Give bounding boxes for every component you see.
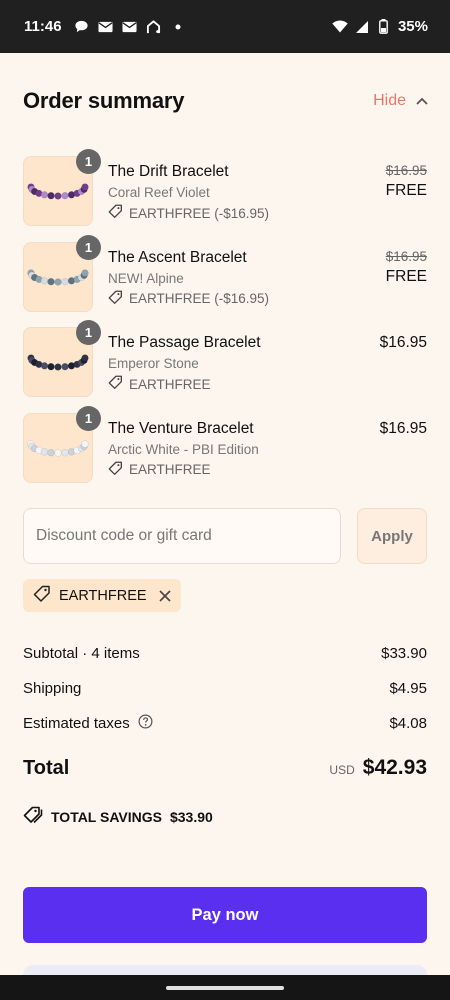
item-original-price: $16.95 bbox=[385, 163, 427, 178]
item-current-price: $16.95 bbox=[379, 419, 427, 437]
signal-icon bbox=[354, 19, 370, 35]
item-price: $16.95 bbox=[380, 334, 427, 352]
tag-icon bbox=[33, 585, 51, 607]
home-icon bbox=[146, 19, 162, 35]
item-info: The Passage Bracelet Emperor Stone EARTHFR… bbox=[108, 334, 261, 393]
applied-discount-chip: EARTHFREE bbox=[23, 579, 181, 612]
apply-discount-button[interactable]: Apply bbox=[357, 508, 427, 564]
subtotal-value: $33.90 bbox=[381, 645, 427, 662]
shipping-label: Shipping bbox=[23, 680, 82, 697]
quantity-badge: 1 bbox=[76, 320, 101, 345]
quantity-badge: 1 bbox=[76, 405, 101, 431]
item-current-price: FREE bbox=[385, 182, 427, 199]
item-info: The Drift Bracelet Coral Reef Violet EARTH… bbox=[108, 163, 269, 222]
item-variant: NEW! Alpine bbox=[108, 270, 184, 286]
tag-icon bbox=[108, 204, 123, 222]
item-name: The Ascent Bracelet bbox=[108, 248, 247, 266]
taxes-label-group: Estimated taxes bbox=[23, 714, 153, 733]
item-discount: EARTHFREE bbox=[108, 375, 261, 393]
item-variant: Arctic White - PBI Edition bbox=[108, 441, 259, 457]
item-discount-code: EARTHFREE (-$16.95) bbox=[129, 205, 270, 221]
chevron-up-icon bbox=[416, 92, 428, 110]
mail-icon bbox=[98, 19, 114, 35]
taxes-label: Estimated taxes bbox=[23, 715, 130, 732]
item-name: The Passage Bracelet bbox=[108, 334, 261, 351]
hide-summary-toggle[interactable]: Hide bbox=[373, 92, 428, 110]
line-item: 1 The Passage Bracelet Emperor Stone EARTHF… bbox=[23, 320, 427, 413]
item-info: The Venture Bracelet Arctic White - PBI E… bbox=[108, 420, 259, 479]
item-variant: Coral Reef Violet bbox=[108, 185, 210, 200]
dot-icon bbox=[170, 19, 186, 35]
item-discount-code: EARTHFREE bbox=[129, 462, 211, 477]
status-bar: 11:46 35% bbox=[0, 0, 450, 53]
chat-bubble-icon bbox=[74, 19, 90, 35]
wifi-icon bbox=[332, 19, 348, 35]
taxes-value: $4.08 bbox=[389, 715, 427, 732]
savings-amount: $33.90 bbox=[169, 808, 213, 825]
discount-row: Apply bbox=[23, 508, 427, 564]
home-gesture-handle[interactable] bbox=[166, 985, 284, 990]
line-items-list: 1 The Drift Bracelet Coral Reef Violet EART… bbox=[23, 149, 427, 499]
currency-code: USD bbox=[329, 763, 355, 777]
subtotal-row: Subtotal · 4 items $33.90 bbox=[23, 636, 427, 671]
total-label: Total bbox=[23, 756, 70, 779]
status-time: 11:46 bbox=[24, 18, 62, 35]
status-left: 11:46 bbox=[24, 18, 186, 35]
item-original-price: $16.95 bbox=[385, 248, 427, 264]
battery-percent: 35% bbox=[397, 18, 428, 35]
total-savings: TOTAL SAVINGS $33.90 bbox=[23, 806, 213, 827]
battery-icon bbox=[376, 19, 392, 35]
item-current-price: $16.95 bbox=[379, 334, 427, 351]
subtotal-label: Subtotal · 4 items bbox=[23, 645, 140, 662]
item-price: $16.95 bbox=[380, 420, 427, 438]
total-amount-group: USD $42.93 bbox=[329, 756, 427, 780]
total-amount: $42.93 bbox=[362, 756, 427, 779]
item-discount: EARTHFREE bbox=[108, 461, 259, 479]
taxes-row: Estimated taxes $4.08 bbox=[23, 706, 427, 741]
hide-toggle-label: Hide bbox=[373, 92, 406, 109]
quantity-badge: 1 bbox=[76, 149, 101, 174]
item-price: $16.95 FREE bbox=[386, 163, 427, 200]
savings-tag-icon bbox=[23, 806, 43, 827]
pay-now-button[interactable]: Pay now bbox=[23, 887, 427, 943]
line-item: 1 The Ascent Bracelet NEW! Alpine EARTHFREE… bbox=[23, 234, 427, 328]
help-icon[interactable] bbox=[138, 714, 153, 733]
quantity-badge: 1 bbox=[76, 234, 101, 260]
shipping-value: $4.95 bbox=[389, 680, 427, 697]
order-summary-header: Order summary Hide bbox=[23, 86, 428, 116]
line-item: 1 The Drift Bracelet Coral Reef Violet EART… bbox=[23, 149, 427, 242]
item-discount: EARTHFREE (-$16.95) bbox=[108, 204, 269, 222]
remove-discount-icon[interactable] bbox=[158, 589, 171, 602]
navigation-bar bbox=[0, 975, 450, 1000]
tag-icon bbox=[108, 461, 123, 479]
checkout-content: Order summary Hide 1 The Drift Bracelet Co… bbox=[0, 53, 450, 995]
status-right: 35% bbox=[332, 18, 428, 35]
discount-code-input[interactable] bbox=[23, 508, 341, 564]
item-variant: Emperor Stone bbox=[108, 356, 199, 371]
applied-code-label: EARTHFREE bbox=[59, 587, 147, 604]
cost-breakdown: Subtotal · 4 items $33.90 Shipping $4.95… bbox=[23, 636, 427, 741]
line-item: 1 The Venture Bracelet Arctic White - PBI … bbox=[23, 405, 427, 499]
tag-icon bbox=[108, 375, 123, 393]
savings-label: TOTAL SAVINGS bbox=[51, 808, 162, 825]
item-name: The Venture Bracelet bbox=[108, 419, 254, 437]
item-price: $16.95 FREE bbox=[386, 249, 427, 286]
mail-icon bbox=[122, 19, 138, 35]
tag-icon bbox=[108, 290, 123, 308]
item-current-price: FREE bbox=[385, 267, 427, 285]
item-name: The Drift Bracelet bbox=[108, 163, 229, 180]
item-info: The Ascent Bracelet NEW! Alpine EARTHFREE … bbox=[108, 249, 269, 308]
item-discount-code: EARTHFREE (-$16.95) bbox=[129, 291, 270, 306]
shipping-row: Shipping $4.95 bbox=[23, 671, 427, 706]
item-discount: EARTHFREE (-$16.95) bbox=[108, 290, 269, 308]
page-title: Order summary bbox=[23, 88, 185, 113]
total-row: Total USD $42.93 bbox=[23, 750, 427, 786]
item-discount-code: EARTHFREE bbox=[129, 376, 211, 392]
